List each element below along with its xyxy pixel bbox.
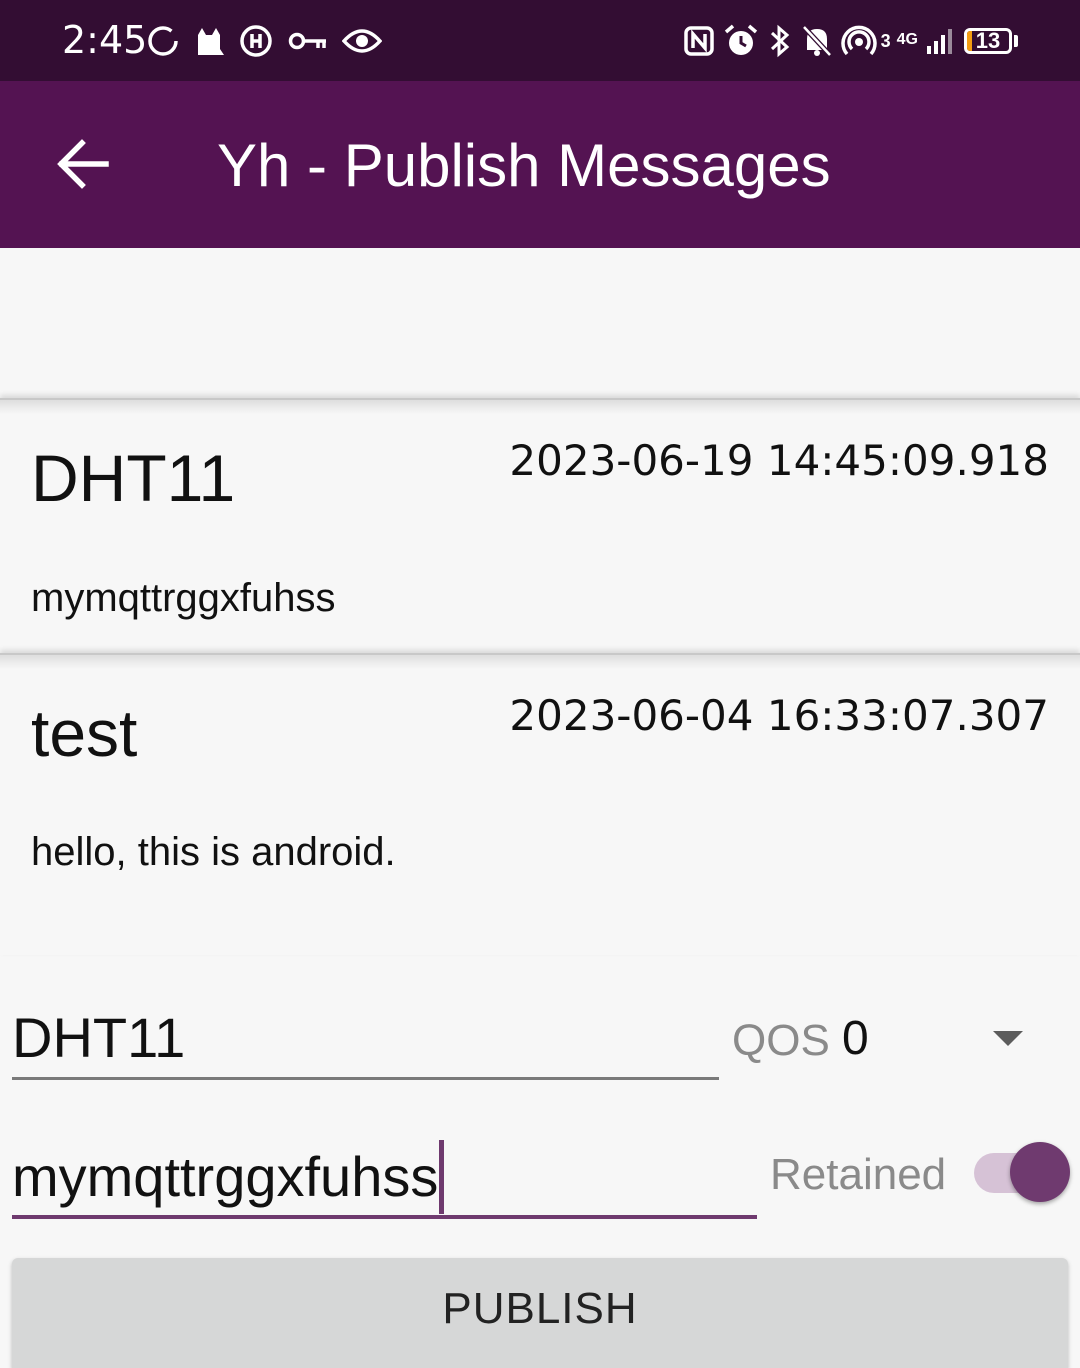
sync-circle-icon [146, 24, 180, 58]
status-time: 2:45 [62, 18, 148, 62]
qos-selected-value: 0 [842, 1012, 869, 1065]
app-bar: Yh - Publish Messages [0, 81, 1080, 248]
publish-button[interactable]: PUBLISH [12, 1258, 1068, 1368]
alarm-icon [723, 24, 759, 58]
data-saver-icon [238, 23, 274, 59]
message-input-value: mymqttrggxfuhss [12, 1145, 439, 1208]
message-timestamp: 2023-06-19 14:45:09.918 [509, 436, 1049, 485]
battery-icon: 13 [964, 28, 1018, 54]
message-card[interactable]: DHT11 2023-06-19 14:45:09.918 mymqttrggx… [0, 398, 1080, 655]
cat-icon [194, 25, 224, 57]
status-right-icons: 3 4G 13 [683, 22, 1018, 60]
nfc-icon [683, 25, 715, 57]
text-cursor [439, 1140, 445, 1214]
network-sup: 3 [880, 31, 891, 51]
message-timestamp: 2023-06-04 16:33:07.307 [509, 691, 1049, 740]
network-type: 4G [896, 31, 918, 48]
eye-icon [342, 27, 382, 55]
status-left-icons [146, 22, 382, 60]
signal-icon [926, 26, 956, 56]
vpn-key-icon [288, 28, 328, 54]
battery-level: 13 [975, 28, 1001, 53]
toggle-thumb [1010, 1142, 1070, 1202]
status-bar: 2:45 3 4G 13 [0, 0, 1080, 81]
qos-label: QOS [732, 1016, 830, 1065]
message-payload: hello, this is android. [31, 830, 396, 874]
arrow-left-icon [57, 139, 109, 189]
hotspot-icon [840, 24, 877, 58]
dropdown-arrow-icon [993, 1031, 1023, 1046]
mute-bell-icon [801, 24, 833, 58]
message-card[interactable]: test 2023-06-04 16:33:07.307 hello, this… [0, 653, 1080, 955]
message-input[interactable]: mymqttrggxfuhss [12, 1130, 757, 1219]
bluetooth-icon [767, 24, 793, 58]
network-4g-icon: 3 4G [880, 31, 918, 51]
topic-input-value: DHT11 [12, 1006, 186, 1069]
message-topic: DHT11 [31, 441, 236, 515]
page-title: Yh - Publish Messages [217, 132, 831, 199]
retained-label: Retained [770, 1150, 947, 1199]
message-payload: mymqttrggxfuhss [31, 576, 336, 620]
message-topic: test [31, 696, 138, 770]
empty-area [0, 248, 1080, 398]
topic-input[interactable]: DHT11 [12, 1000, 719, 1080]
publish-button-label: PUBLISH [442, 1284, 638, 1333]
retained-toggle[interactable] [974, 1142, 1070, 1204]
back-button[interactable] [50, 134, 116, 194]
qos-dropdown[interactable]: 0 [842, 1005, 1037, 1075]
